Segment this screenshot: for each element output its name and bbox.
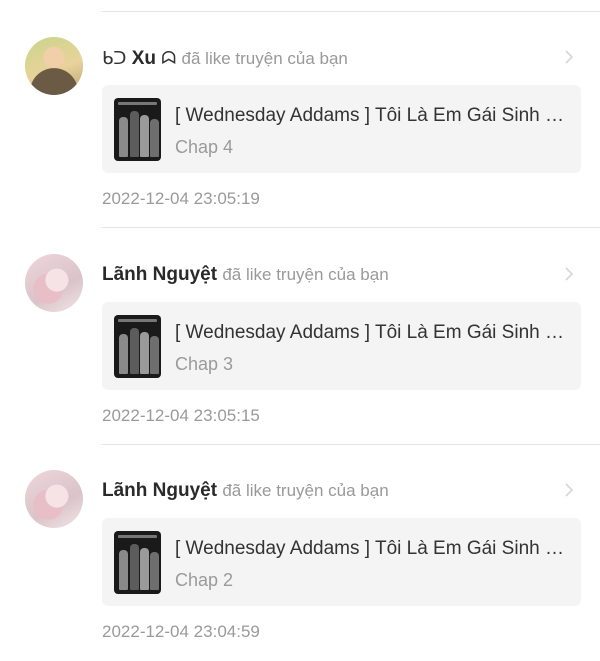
user-name[interactable]: Lãnh Nguyệt: [102, 480, 217, 501]
chevron-right-icon[interactable]: [564, 482, 574, 498]
story-cover-image: [114, 98, 161, 161]
name-suffix-deco: ᗣ: [161, 48, 177, 68]
notification-text: Lãnh Nguyệt đã like truyện của bạn: [102, 263, 389, 287]
story-card[interactable]: [ Wednesday Addams ] Tôi Là Em Gái Sinh …: [102, 518, 581, 606]
notification-item[interactable]: Lãnh Nguyệt đã like truyện của bạn [ Wed…: [0, 228, 600, 444]
user-name[interactable]: Lãnh Nguyệt: [102, 264, 217, 285]
story-title: [ Wednesday Addams ] Tôi Là Em Gái Sinh …: [175, 538, 570, 559]
notification-text: ᑲᑐ Xu ᗣ đã like truyện của bạn: [102, 46, 348, 71]
notification-text: Lãnh Nguyệt đã like truyện của bạn: [102, 479, 389, 503]
avatar[interactable]: [25, 254, 83, 312]
notification-item[interactable]: ᑲᑐ Xu ᗣ đã like truyện của bạn [ Wednesd…: [0, 11, 600, 227]
timestamp: 2022-12-04 23:05:15: [102, 406, 260, 425]
action-text: đã like truyện của bạn: [181, 49, 348, 68]
chapter-label: Chap 2: [175, 570, 234, 590]
timestamp: 2022-12-04 23:05:19: [102, 189, 260, 208]
story-cover-image: [114, 315, 161, 378]
story-card[interactable]: [ Wednesday Addams ] Tôi Là Em Gái Sinh …: [102, 85, 581, 173]
story-title: [ Wednesday Addams ] Tôi Là Em Gái Sinh …: [175, 105, 570, 126]
timestamp: 2022-12-04 23:04:59: [102, 622, 260, 641]
user-name[interactable]: Xu: [132, 48, 156, 69]
chevron-right-icon[interactable]: [564, 266, 574, 282]
avatar[interactable]: [25, 470, 83, 528]
story-title: [ Wednesday Addams ] Tôi Là Em Gái Sinh …: [175, 322, 570, 343]
chapter-label: Chap 4: [175, 137, 234, 157]
action-text: đã like truyện của bạn: [222, 265, 389, 284]
story-cover-image: [114, 531, 161, 594]
story-card[interactable]: [ Wednesday Addams ] Tôi Là Em Gái Sinh …: [102, 302, 581, 390]
avatar[interactable]: [25, 37, 83, 95]
chevron-right-icon[interactable]: [564, 49, 574, 65]
chapter-label: Chap 3: [175, 354, 234, 374]
action-text: đã like truyện của bạn: [222, 481, 389, 500]
notification-item[interactable]: Lãnh Nguyệt đã like truyện của bạn [ Wed…: [0, 444, 600, 660]
name-prefix-deco: ᑲᑐ: [102, 48, 127, 68]
